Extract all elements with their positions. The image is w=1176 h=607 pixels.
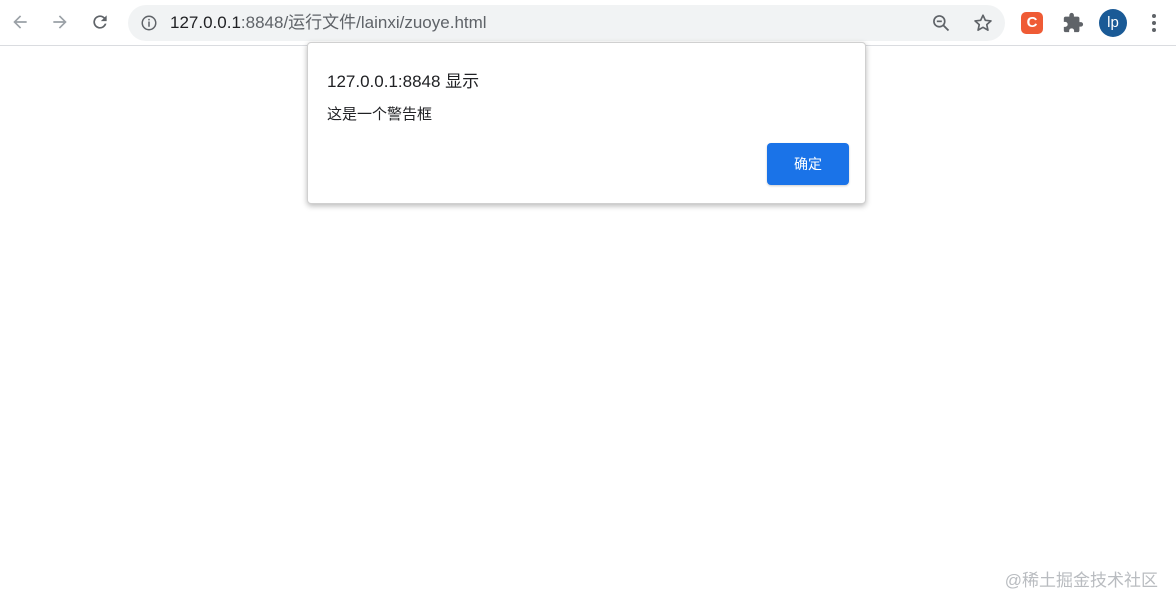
url-host: 127.0.0.1: [170, 13, 241, 32]
url-text[interactable]: 127.0.0.1:8848/运行文件/lainxi/zuoye.html: [170, 5, 487, 41]
arrow-left-icon: [13, 15, 27, 29]
extension-c-icon[interactable]: C: [1021, 12, 1043, 34]
profile-avatar[interactable]: lp: [1099, 9, 1127, 37]
reload-button[interactable]: [86, 7, 114, 37]
star-icon[interactable]: [972, 12, 994, 34]
arrow-right-icon: [53, 15, 67, 29]
watermark: @稀土掘金技术社区: [1004, 571, 1158, 590]
url-path: :8848/运行文件/lainxi/zuoye.html: [240, 13, 487, 32]
reload-icon: [93, 15, 107, 29]
forward-button[interactable]: [46, 7, 74, 37]
alert-dialog: 127.0.0.1:8848 显示 这是一个警告框 确定: [307, 42, 866, 204]
zoom-out-icon[interactable]: [931, 13, 951, 33]
address-bar[interactable]: 127.0.0.1:8848/运行文件/lainxi/zuoye.html: [128, 5, 1005, 41]
back-button[interactable]: [6, 7, 34, 37]
more-vert-icon[interactable]: [1144, 11, 1164, 35]
dialog-title: 127.0.0.1:8848 显示: [327, 72, 480, 91]
puzzle-icon[interactable]: [1062, 12, 1084, 34]
dialog-message: 这是一个警告框: [327, 106, 433, 123]
info-icon[interactable]: [140, 14, 158, 32]
ok-button[interactable]: 确定: [767, 143, 849, 185]
browser-toolbar: 127.0.0.1:8848/运行文件/lainxi/zuoye.html C …: [0, 0, 1176, 46]
